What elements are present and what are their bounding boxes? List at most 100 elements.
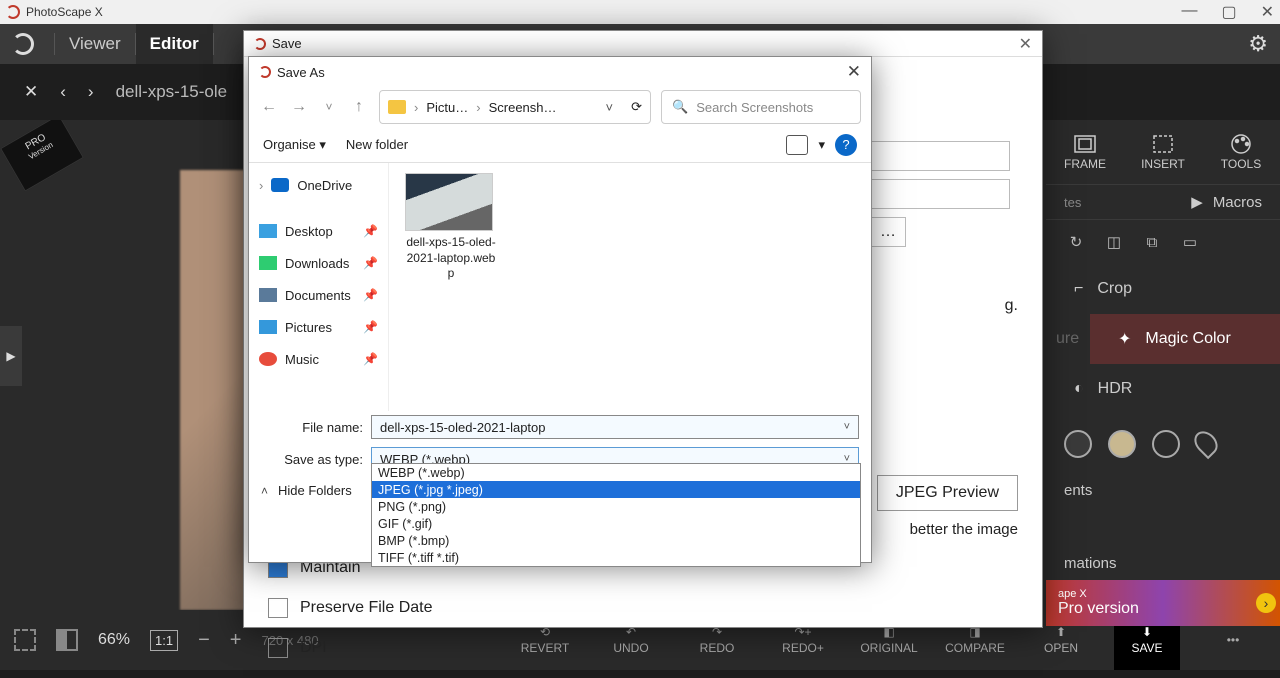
preserve-date-label: Preserve File Date bbox=[300, 599, 433, 617]
settings-gear-icon[interactable]: ⚙ bbox=[1248, 31, 1268, 57]
file-thumbnail[interactable]: dell-xps-15-oled-2021-laptop.webp bbox=[405, 173, 497, 282]
palette-icon bbox=[1227, 133, 1255, 155]
crop-icon: ⌐ bbox=[1074, 280, 1083, 298]
view-mode-button[interactable] bbox=[786, 135, 808, 155]
nav-up-button[interactable]: ↑ bbox=[349, 98, 369, 116]
right-tools-panel: FRAME INSERT TOOLS tes ▶ Macros ↻ ◫ ⧉ ▭ … bbox=[1046, 120, 1280, 610]
help-icon[interactable]: ? bbox=[835, 134, 857, 156]
option-tiff[interactable]: TIFF (*.tiff *.tif) bbox=[372, 549, 860, 566]
nav-onedrive[interactable]: ›OneDrive bbox=[249, 169, 388, 201]
organise-button[interactable]: Organise ▾ bbox=[263, 137, 326, 153]
color-circles-row bbox=[1046, 414, 1280, 474]
close-icon[interactable]: ✕ bbox=[1019, 34, 1032, 54]
color-swatch-2[interactable] bbox=[1108, 430, 1136, 458]
color-swatch-1[interactable] bbox=[1064, 430, 1092, 458]
flip-v-icon[interactable]: ⧉ bbox=[1140, 230, 1164, 254]
crop-button[interactable]: ⌐ Crop bbox=[1046, 264, 1280, 314]
zoom-out-button[interactable]: − bbox=[198, 629, 210, 652]
search-placeholder: Search Screenshots bbox=[696, 100, 813, 115]
flip-h-icon[interactable]: ◫ bbox=[1102, 230, 1126, 254]
promo-next-icon[interactable]: › bbox=[1256, 593, 1276, 613]
nav-downloads[interactable]: Downloads📌 bbox=[249, 247, 388, 279]
rotate-icon[interactable]: ↻ bbox=[1064, 230, 1088, 254]
new-folder-button[interactable]: New folder bbox=[346, 137, 408, 152]
nav-music[interactable]: Music📌 bbox=[249, 343, 388, 375]
search-icon: 🔍 bbox=[672, 99, 688, 115]
close-file-button[interactable]: ✕ bbox=[24, 82, 38, 102]
pro-badge[interactable]: PRO Version bbox=[0, 120, 84, 192]
window-close-button[interactable]: ✕ bbox=[1261, 2, 1274, 22]
zoom-level[interactable]: 66% bbox=[98, 631, 130, 649]
window-maximize-button[interactable]: ▢ bbox=[1221, 2, 1236, 22]
option-webp[interactable]: WEBP (*.webp) bbox=[372, 464, 860, 481]
option-bmp[interactable]: BMP (*.bmp) bbox=[372, 532, 860, 549]
color-swatch-3[interactable] bbox=[1152, 430, 1180, 458]
option-jpeg[interactable]: JPEG (*.jpg *.jpeg) bbox=[372, 481, 860, 498]
file-type-options-list: WEBP (*.webp) JPEG (*.jpg *.jpeg) PNG (*… bbox=[371, 463, 861, 567]
frame-tool[interactable]: FRAME bbox=[1046, 120, 1124, 184]
zoom-in-button[interactable]: + bbox=[230, 629, 242, 652]
filename-label: File name: bbox=[261, 420, 363, 435]
nav-history-button[interactable]: ˅ bbox=[319, 100, 339, 114]
window-title: PhotoScape X bbox=[26, 5, 103, 19]
close-icon[interactable]: ✕ bbox=[847, 62, 861, 82]
option-gif[interactable]: GIF (*.gif) bbox=[372, 515, 860, 532]
chevron-down-icon[interactable]: ˅ bbox=[844, 421, 850, 433]
preserve-date-checkbox[interactable] bbox=[268, 598, 288, 618]
options-panel-partial: … bbox=[870, 141, 1010, 247]
folder-icon bbox=[388, 100, 406, 114]
search-input[interactable]: 🔍 Search Screenshots bbox=[661, 90, 861, 124]
nav-desktop[interactable]: Desktop📌 bbox=[249, 215, 388, 247]
pro-version-promo[interactable]: ape X Pro version › bbox=[1046, 580, 1280, 626]
magic-color-button[interactable]: ✦ Magic Color bbox=[1090, 314, 1280, 364]
nav-pane: ›OneDrive Desktop📌 Downloads📌 Documents📌… bbox=[249, 163, 389, 411]
breadcrumb-screenshots[interactable]: Screensh… bbox=[489, 100, 557, 115]
thumbnail-image bbox=[405, 173, 493, 231]
breadcrumb-pictures[interactable]: Pictu… bbox=[426, 100, 468, 115]
address-bar[interactable]: › Pictu… › Screensh… ˅ ⟳ bbox=[379, 90, 651, 124]
ents-partial: ents bbox=[1046, 474, 1280, 507]
tools-tool[interactable]: TOOLS bbox=[1202, 120, 1280, 184]
filename-input[interactable]: dell-xps-15-oled-2021-laptop ˅ bbox=[371, 415, 859, 439]
nav-forward-button[interactable]: → bbox=[289, 98, 309, 116]
more-options-button[interactable]: … bbox=[870, 217, 906, 247]
current-filename: dell-xps-15-ole bbox=[116, 82, 228, 102]
nav-documents[interactable]: Documents📌 bbox=[249, 279, 388, 311]
option-png[interactable]: PNG (*.png) bbox=[372, 498, 860, 515]
view-caret[interactable]: ▾ bbox=[818, 137, 825, 153]
canvas-icon[interactable] bbox=[56, 629, 78, 651]
dpi-label: DPI bbox=[300, 639, 327, 657]
miniature-button[interactable]: ure bbox=[1046, 314, 1090, 364]
sidebar-toggle-button[interactable]: ▶ bbox=[0, 326, 22, 386]
app-logo-icon[interactable] bbox=[12, 33, 34, 55]
hdr-button[interactable]: ◐ HDR bbox=[1046, 364, 1280, 414]
hide-folders-button[interactable]: Hide Folders bbox=[278, 483, 352, 498]
app-logo-icon bbox=[254, 38, 266, 50]
file-list[interactable]: dell-xps-15-oled-2021-laptop.webp bbox=[389, 163, 871, 411]
marquee-icon[interactable] bbox=[14, 629, 36, 651]
refresh-icon[interactable]: ⟳ bbox=[631, 99, 642, 115]
addr-caret-icon[interactable]: ˅ bbox=[606, 100, 614, 115]
hide-folders-chevron-icon[interactable]: ˄ bbox=[261, 484, 268, 498]
macros-row[interactable]: tes ▶ Macros bbox=[1046, 184, 1280, 220]
jpeg-preview-button[interactable]: JPEG Preview bbox=[877, 475, 1018, 511]
prev-file-button[interactable]: ‹ bbox=[60, 82, 66, 102]
hdr-icon: ◐ bbox=[1074, 380, 1084, 398]
more-button[interactable]: ••• bbox=[1200, 633, 1266, 647]
window-minimize-button[interactable]: — bbox=[1181, 2, 1197, 22]
nav-pictures[interactable]: Pictures📌 bbox=[249, 311, 388, 343]
options-partial-text: tes bbox=[1064, 195, 1081, 210]
nav-back-button[interactable]: ← bbox=[259, 98, 279, 116]
fit-ratio-button[interactable]: 1:1 bbox=[150, 630, 178, 651]
tab-editor[interactable]: Editor bbox=[136, 24, 213, 64]
tab-viewer[interactable]: Viewer bbox=[55, 24, 135, 64]
droplet-icon[interactable] bbox=[1190, 427, 1223, 460]
next-file-button[interactable]: › bbox=[88, 82, 94, 102]
save-as-dialog: Save As ✕ ← → ˅ ↑ › Pictu… › Screensh… ˅… bbox=[248, 56, 872, 563]
dpi-checkbox[interactable] bbox=[268, 638, 288, 658]
save-type-label: Save as type: bbox=[261, 452, 363, 467]
transform-icons-row: ↻ ◫ ⧉ ▭ bbox=[1046, 220, 1280, 264]
insert-tool[interactable]: INSERT bbox=[1124, 120, 1202, 184]
straighten-icon[interactable]: ▭ bbox=[1178, 230, 1202, 254]
macros-label: Macros bbox=[1213, 194, 1262, 211]
